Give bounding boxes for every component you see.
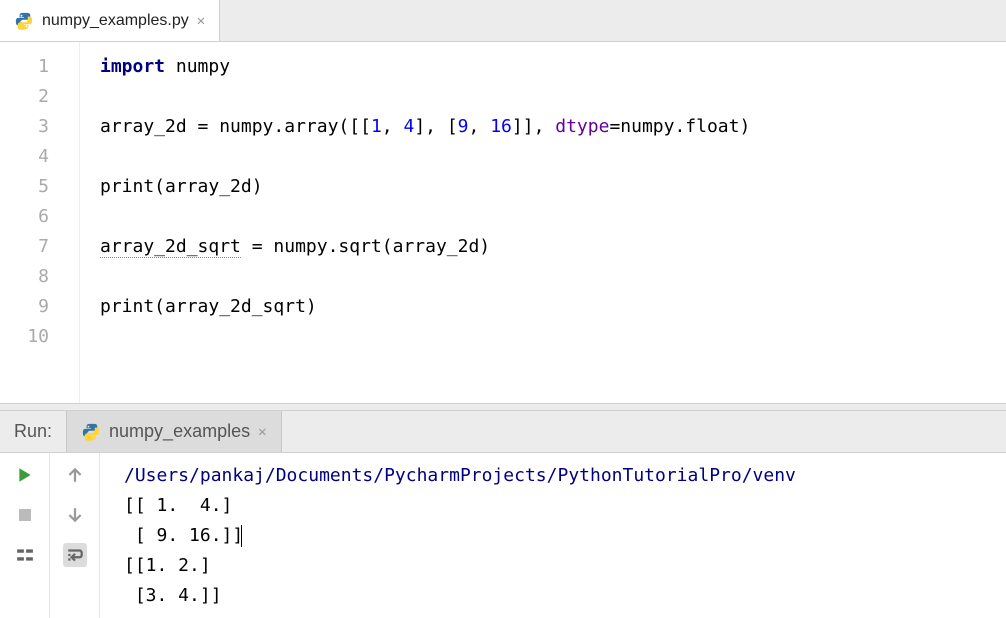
rerun-icon[interactable]	[13, 463, 37, 487]
line-number: 8	[0, 262, 79, 292]
line-number: 5	[0, 172, 79, 202]
editor-tab-bar: numpy_examples.py ✕	[0, 0, 1006, 42]
run-panel: /Users/pankaj/Documents/PycharmProjects/…	[0, 453, 1006, 618]
code-editor[interactable]: 1 2 3 4 5 6 7 8 9 10 import numpy array_…	[0, 42, 1006, 403]
text-cursor	[241, 525, 242, 547]
layout-icon[interactable]	[13, 543, 37, 567]
line-number-gutter: 1 2 3 4 5 6 7 8 9 10	[0, 42, 80, 403]
line-number: 2	[0, 82, 79, 112]
interpreter-path: /Users/pankaj/Documents/PycharmProjects/…	[124, 465, 796, 486]
editor-tab[interactable]: numpy_examples.py ✕	[0, 0, 220, 41]
python-run-icon	[81, 422, 101, 442]
run-panel-title: Run:	[0, 421, 66, 442]
line-number: 7	[0, 232, 79, 262]
console-output[interactable]: /Users/pankaj/Documents/PycharmProjects/…	[100, 453, 1006, 618]
close-tab-icon[interactable]: ✕	[197, 13, 205, 29]
line-number: 10	[0, 322, 79, 352]
line-number: 3	[0, 112, 79, 142]
run-config-label: numpy_examples	[109, 421, 250, 442]
editor-tab-label: numpy_examples.py	[42, 12, 189, 30]
arrow-down-icon[interactable]	[63, 503, 87, 527]
arrow-up-icon[interactable]	[63, 463, 87, 487]
close-run-tab-icon[interactable]: ✕	[258, 424, 266, 440]
stop-icon[interactable]	[13, 503, 37, 527]
run-panel-header: Run: numpy_examples ✕	[0, 411, 1006, 453]
line-number: 1	[0, 52, 79, 82]
line-number: 9	[0, 292, 79, 322]
python-file-icon	[14, 11, 34, 31]
line-number: 4	[0, 142, 79, 172]
line-number: 6	[0, 202, 79, 232]
panel-divider[interactable]	[0, 403, 1006, 411]
code-area[interactable]: import numpy array_2d = numpy.array([[1,…	[80, 42, 750, 403]
soft-wrap-icon[interactable]	[63, 543, 87, 567]
run-nav-gutter	[50, 453, 100, 618]
run-action-gutter	[0, 453, 50, 618]
run-config-tab[interactable]: numpy_examples ✕	[66, 411, 282, 452]
